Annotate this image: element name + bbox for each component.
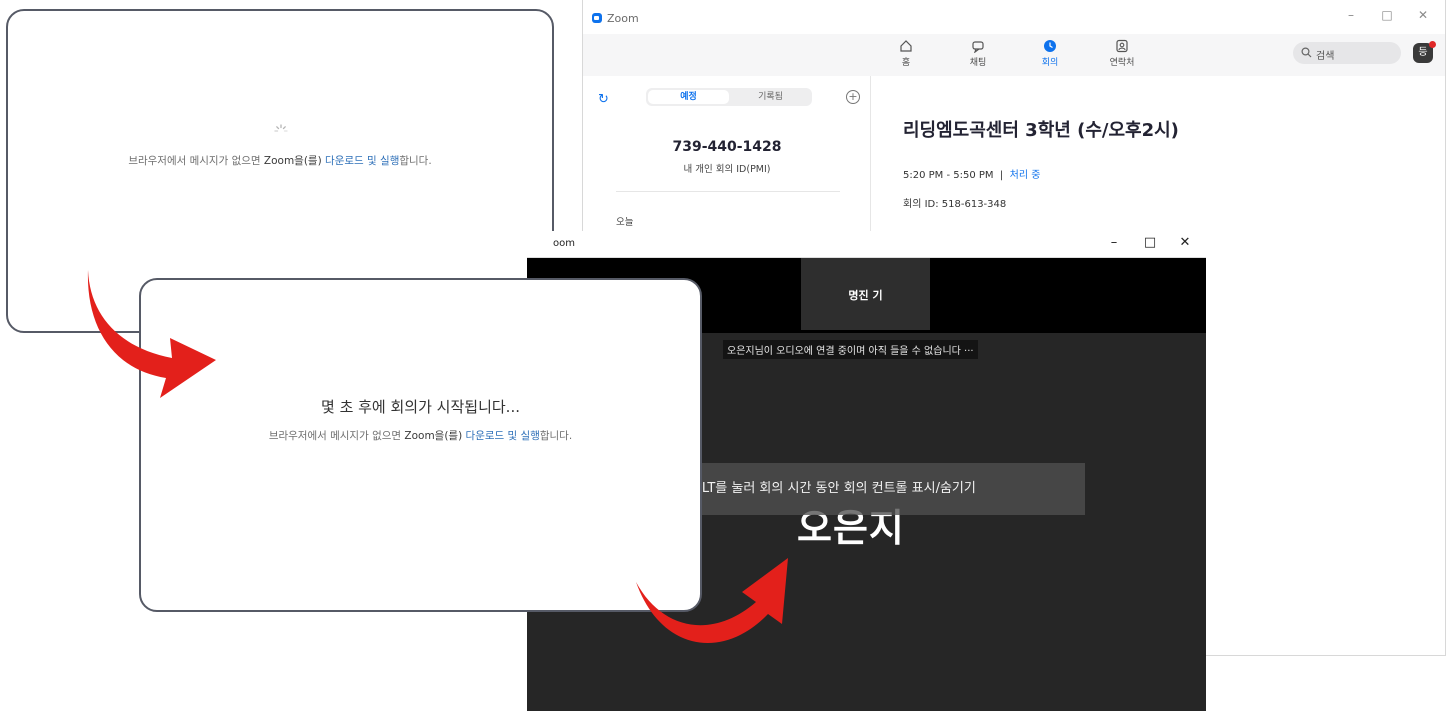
and-text: 및 <box>504 430 521 442</box>
launch-message-brand: Zoom을(를) <box>404 430 463 442</box>
red-arrow-icon <box>87 270 216 398</box>
home-icon <box>900 40 912 52</box>
zoom-window-title: Zoom <box>607 12 639 25</box>
add-meeting-icon[interactable]: + <box>846 90 860 104</box>
tab-contacts[interactable]: 연락처 <box>1100 39 1144 68</box>
clock-icon <box>1044 40 1056 52</box>
launch-message-prefix: 브라우저에서 메시지가 없으면 <box>268 430 405 442</box>
zoom-top-nav: 홈 채팅 회의 연락처 검색 등 <box>583 34 1445 76</box>
search-placeholder: 검색 <box>1316 51 1335 62</box>
tab-chat[interactable]: 채팅 <box>956 39 1000 68</box>
launch-message-suffix: 합니다. <box>539 430 573 442</box>
meeting-title: 리딩엠도곡센터 3학년 (수/오후2시) <box>903 120 1179 141</box>
meeting-filter-toggle: 예정 기록됨 <box>646 88 812 106</box>
minimize-button[interactable]: – <box>1106 235 1122 250</box>
tab-home[interactable]: 홈 <box>884 39 928 68</box>
tab-recorded[interactable]: 기록됨 <box>731 90 810 104</box>
time-separator: | <box>999 170 1004 181</box>
download-link[interactable]: 다운로드 <box>466 430 505 442</box>
launch-message-prefix: 브라우저에서 메시지가 없으면 <box>128 155 264 167</box>
close-button[interactable]: ✕ <box>1177 235 1193 250</box>
loading-spinner-icon <box>274 124 288 132</box>
tutorial-composite: Zoom – □ ✕ 홈 채팅 회의 연락처 검색 등 ↻ 예정 기록됨 + 7… <box>0 0 1452 711</box>
tab-contacts-label: 연락처 <box>1109 58 1135 68</box>
audio-connecting-notice: 오은지님이 오디오에 연결 중이며 아직 들을 수 없습니다 ··· <box>723 340 978 359</box>
zoom-titlebar: Zoom – □ ✕ <box>583 0 1445 34</box>
contacts-icon <box>1116 39 1128 53</box>
meeting-titlebar: oom – □ ✕ <box>527 231 1206 258</box>
launch-link[interactable]: 실행 <box>380 155 399 167</box>
meeting-window-title: oom <box>553 238 575 249</box>
launch-message: 브라우저에서 메시지가 없으면 Zoom을(를) 다운로드 및 실행합니다. <box>141 428 700 443</box>
today-label: 오늘 <box>616 217 634 228</box>
participant-name: 명진 기 <box>848 289 883 302</box>
maximize-button[interactable]: □ <box>1142 235 1158 250</box>
launch-message-suffix: 합니다. <box>399 155 432 167</box>
pmi-number[interactable]: 739-440-1428 <box>583 139 871 155</box>
and-text: 및 <box>363 155 381 167</box>
tab-chat-label: 채팅 <box>969 58 987 68</box>
zoom-logo-icon <box>592 13 602 23</box>
meeting-status: 처리 중 <box>1009 170 1041 181</box>
search-icon <box>1301 47 1312 58</box>
notification-badge <box>1429 41 1436 48</box>
launch-message-brand: Zoom을(를) <box>263 155 322 167</box>
meeting-time-row: 5:20 PM - 5:50 PM | 처리 중 <box>903 166 1040 181</box>
pmi-label: 내 개인 회의 ID(PMI) <box>683 164 771 175</box>
maximize-button[interactable]: □ <box>1379 8 1395 22</box>
starting-heading: 몇 초 후에 회의가 시작됩니다... <box>321 398 520 416</box>
refresh-icon[interactable]: ↻ <box>598 92 609 107</box>
tab-meetings[interactable]: 회의 <box>1028 39 1072 68</box>
download-link[interactable]: 다운로드 <box>325 155 364 167</box>
close-button[interactable]: ✕ <box>1415 8 1431 22</box>
minimize-button[interactable]: – <box>1343 8 1359 22</box>
participant-tile[interactable]: 명진 기 <box>801 258 930 330</box>
red-arrow-icon <box>636 558 788 644</box>
launch-link[interactable]: 실행 <box>521 430 540 442</box>
meeting-time: 5:20 PM - 5:50 PM <box>903 170 994 181</box>
search-input[interactable]: 검색 <box>1293 42 1401 64</box>
meeting-starting-panel: 몇 초 후에 회의가 시작됩니다... 브라우저에서 메시지가 없으면 Zoom… <box>139 278 702 612</box>
meeting-id: 회의 ID: 518-613-348 <box>903 199 1007 210</box>
chat-icon <box>972 41 984 53</box>
divider <box>616 191 840 192</box>
tab-home-label: 홈 <box>901 58 911 68</box>
tab-meetings-label: 회의 <box>1041 58 1059 68</box>
tab-upcoming[interactable]: 예정 <box>648 90 729 104</box>
launch-message: 브라우저에서 메시지가 없으면 Zoom을(를) 다운로드 및 실행합니다. <box>8 153 552 168</box>
